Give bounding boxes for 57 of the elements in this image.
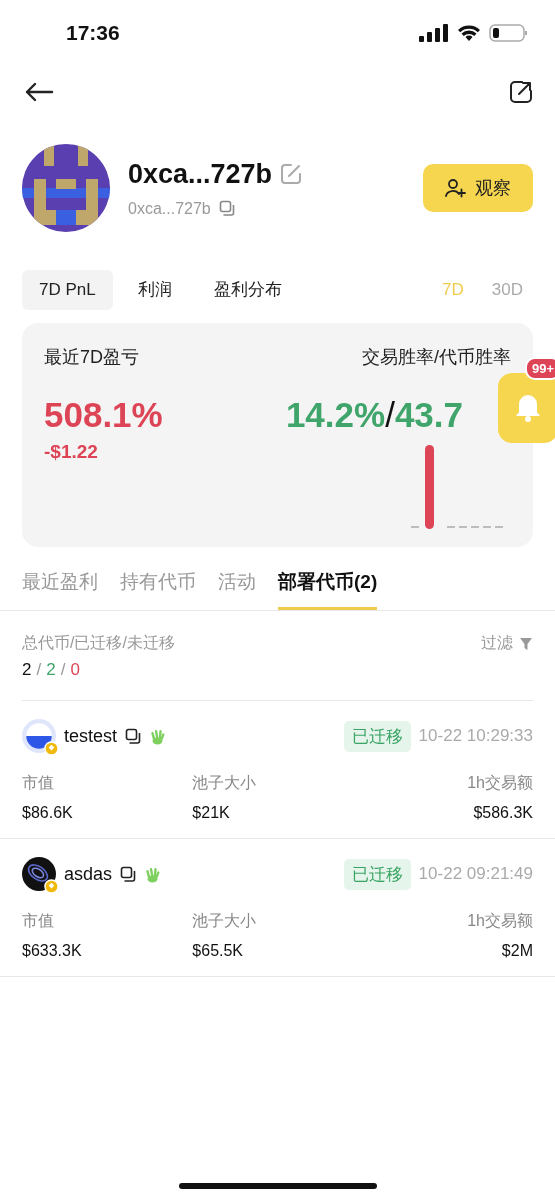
winrate-label: 交易胜率/代币胜率: [362, 346, 511, 369]
token-counts: 2 / 2 / 0: [22, 660, 81, 680]
status-badge: 已迁移: [343, 858, 411, 890]
bell-icon: [514, 393, 542, 423]
pnl-label: 最近7D盈亏: [44, 346, 139, 369]
stats-label: 总代币/已迁移/未迁移: [22, 633, 175, 653]
wifi-icon: [457, 24, 481, 42]
metric-value: $2M: [501, 942, 533, 960]
add-user-icon: [445, 178, 467, 198]
metric-label: 池子大小: [192, 773, 258, 793]
copy-icon[interactable]: [125, 727, 143, 745]
metric-value: $65.5K: [192, 942, 245, 960]
deploy-time: 10-22 10:29:33: [418, 726, 533, 746]
wallet-name: 0xca...727b: [128, 158, 273, 190]
hand-icon: [145, 865, 161, 883]
notification-badge: 99+: [524, 357, 555, 380]
token-winrate: 43.7: [394, 395, 463, 435]
chart-tab[interactable]: 利润: [120, 268, 189, 311]
metric-label: 1h交易额: [467, 773, 533, 793]
chart-tab[interactable]: 7D PnL: [22, 269, 113, 310]
metric-value: $21K: [192, 804, 231, 822]
metric-label: 市值: [22, 773, 55, 793]
separator: /: [385, 395, 395, 435]
range-tab[interactable]: 30D: [481, 273, 533, 306]
share-icon[interactable]: [509, 80, 533, 104]
content-tab[interactable]: 活动: [218, 561, 256, 610]
content-tab[interactable]: 最近盈利: [22, 561, 98, 610]
chart-tab[interactable]: 盈利分布: [196, 268, 299, 311]
deploy-time: 10-22 09:21:49: [418, 864, 533, 884]
chain-icon: [44, 879, 59, 894]
notification-button[interactable]: [498, 373, 555, 443]
content-tab[interactable]: 部署代币(2): [278, 561, 378, 610]
token-name: asdas: [64, 863, 113, 885]
battery-icon: [489, 23, 529, 43]
range-tab[interactable]: 7D: [432, 273, 474, 306]
hand-icon: [150, 727, 166, 745]
filter-button[interactable]: 过滤: [481, 633, 533, 654]
metric-value: $633.3K: [22, 942, 83, 960]
token-name: testest: [64, 725, 118, 747]
trade-winrate: 14.2%: [285, 395, 386, 435]
signal-icon: [419, 24, 449, 42]
back-arrow-icon[interactable]: [24, 82, 54, 102]
metric-value: $586.3K: [473, 804, 533, 822]
metric-label: 1h交易额: [467, 911, 533, 931]
metric-label: 池子大小: [192, 911, 258, 931]
copy-icon[interactable]: [120, 865, 138, 883]
content-tab[interactable]: 持有代币: [120, 561, 196, 610]
filter-icon: [519, 636, 533, 651]
metric-value: $86.6K: [22, 804, 74, 822]
wallet-address: 0xca...727b: [128, 199, 211, 218]
pnl-amount: -$1.22: [44, 441, 99, 463]
metric-label: 市值: [22, 911, 55, 931]
status-badge: 已迁移: [343, 720, 411, 752]
chain-icon: [44, 741, 59, 756]
status-time: 17:36: [66, 21, 120, 45]
watch-button[interactable]: 观察: [423, 164, 533, 212]
pnl-percent: 508.1%: [44, 395, 163, 435]
